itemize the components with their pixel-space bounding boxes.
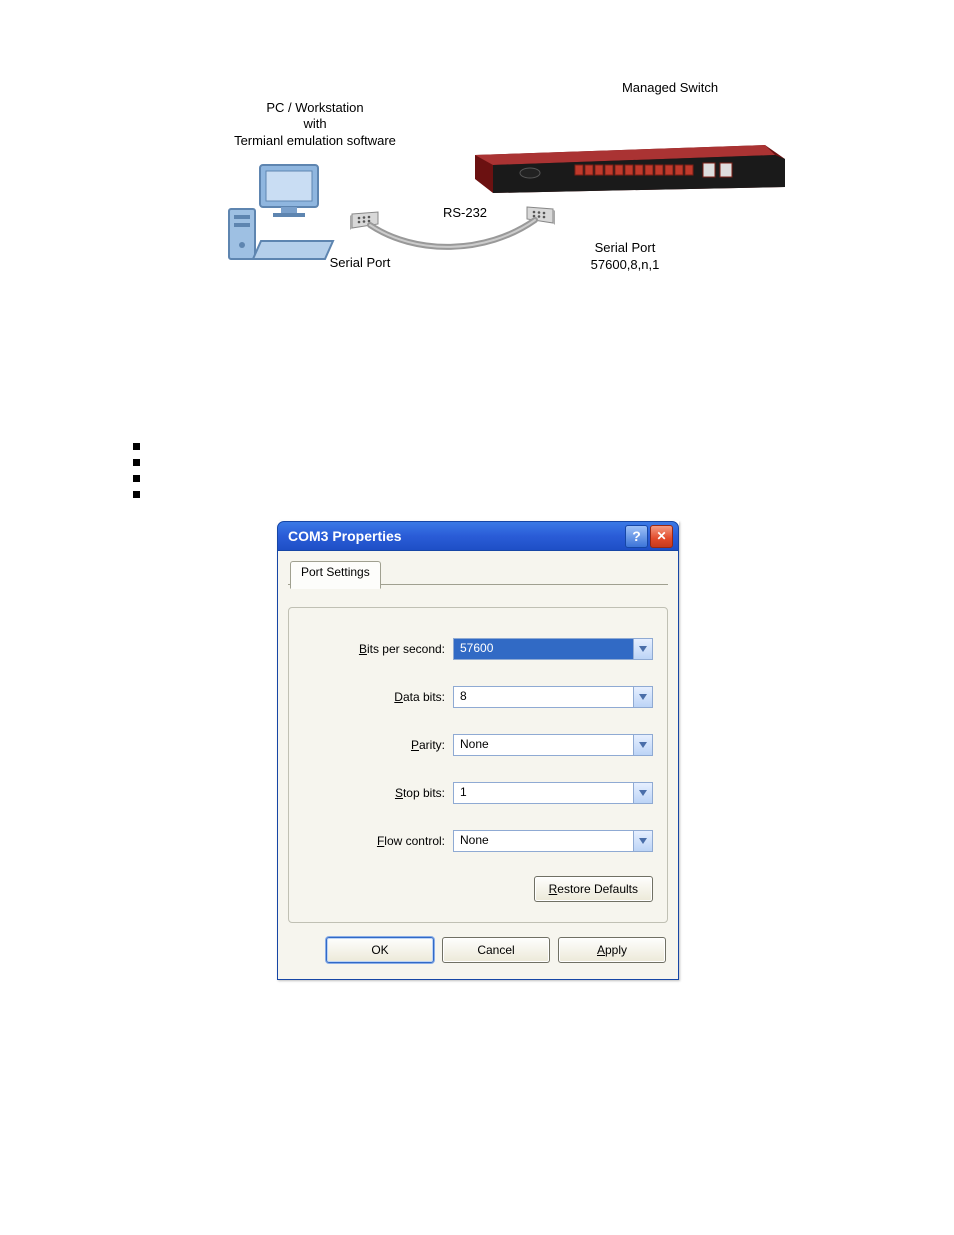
parity-combo[interactable]: None — [453, 734, 653, 756]
titlebar[interactable]: COM3 Properties ? ✕ — [277, 521, 679, 551]
serial-port-right-line1: Serial Port — [535, 240, 715, 257]
apply-button[interactable]: Apply — [558, 937, 666, 963]
data-bits-combo[interactable]: 8 — [453, 686, 653, 708]
serial-cable-icon — [365, 215, 540, 250]
data-bits-value: 8 — [454, 687, 633, 707]
chevron-down-icon[interactable] — [633, 735, 652, 755]
data-bits-label: Data bits: — [394, 690, 445, 704]
chevron-down-icon[interactable] — [633, 831, 652, 851]
managed-switch-icon — [475, 135, 785, 195]
close-icon: ✕ — [656, 529, 666, 543]
square-bullet-icon — [133, 443, 140, 450]
restore-defaults-button[interactable]: Restore Defaults — [534, 876, 653, 902]
stop-bits-combo[interactable]: 1 — [453, 782, 653, 804]
workstation-icon — [225, 163, 345, 263]
square-bullet-icon — [133, 459, 140, 466]
square-bullet-icon — [133, 475, 140, 482]
port-settings-group: Bits per second: 57600 Data bits: 8 — [288, 607, 668, 923]
help-button[interactable]: ? — [625, 525, 648, 548]
parity-value: None — [454, 735, 633, 755]
chevron-down-icon[interactable] — [633, 639, 652, 659]
pc-label-line3: Termianl emulation software — [165, 133, 465, 149]
stop-bits-value: 1 — [454, 783, 633, 803]
stop-bits-label: Stop bits: — [395, 786, 445, 800]
cancel-button[interactable]: Cancel — [442, 937, 550, 963]
serial-port-right-line2: 57600,8,n,1 — [535, 257, 715, 274]
bits-per-second-label: Bits per second: — [359, 642, 445, 656]
com-properties-dialog: COM3 Properties ? ✕ Port Settings Bits p… — [277, 521, 679, 980]
tab-label: Port Settings — [301, 565, 370, 579]
pc-label-line2: with — [165, 116, 465, 132]
chevron-down-icon[interactable] — [633, 783, 652, 803]
switch-label: Managed Switch — [560, 80, 780, 95]
serial-port-label-right: Serial Port 57600,8,n,1 — [535, 240, 715, 274]
tab-port-settings[interactable]: Port Settings — [290, 561, 381, 589]
bits-per-second-value: 57600 — [454, 639, 633, 659]
connection-diagram: PC / Workstation with Termianl emulation… — [165, 80, 805, 290]
chevron-down-icon[interactable] — [633, 687, 652, 707]
flow-control-combo[interactable]: None — [453, 830, 653, 852]
tab-strip: Port Settings — [288, 561, 668, 585]
parity-label: Parity: — [411, 738, 445, 752]
help-icon: ? — [632, 528, 641, 544]
flow-control-label: Flow control: — [377, 834, 445, 848]
pc-label-line1: PC / Workstation — [165, 100, 465, 116]
close-button[interactable]: ✕ — [650, 525, 673, 548]
square-bullet-icon — [133, 491, 140, 498]
flow-control-value: None — [454, 831, 633, 851]
bullet-list — [133, 443, 140, 498]
ok-button[interactable]: OK — [326, 937, 434, 963]
bits-per-second-combo[interactable]: 57600 — [453, 638, 653, 660]
dialog-title: COM3 Properties — [288, 528, 623, 544]
pc-label: PC / Workstation with Termianl emulation… — [165, 100, 465, 149]
